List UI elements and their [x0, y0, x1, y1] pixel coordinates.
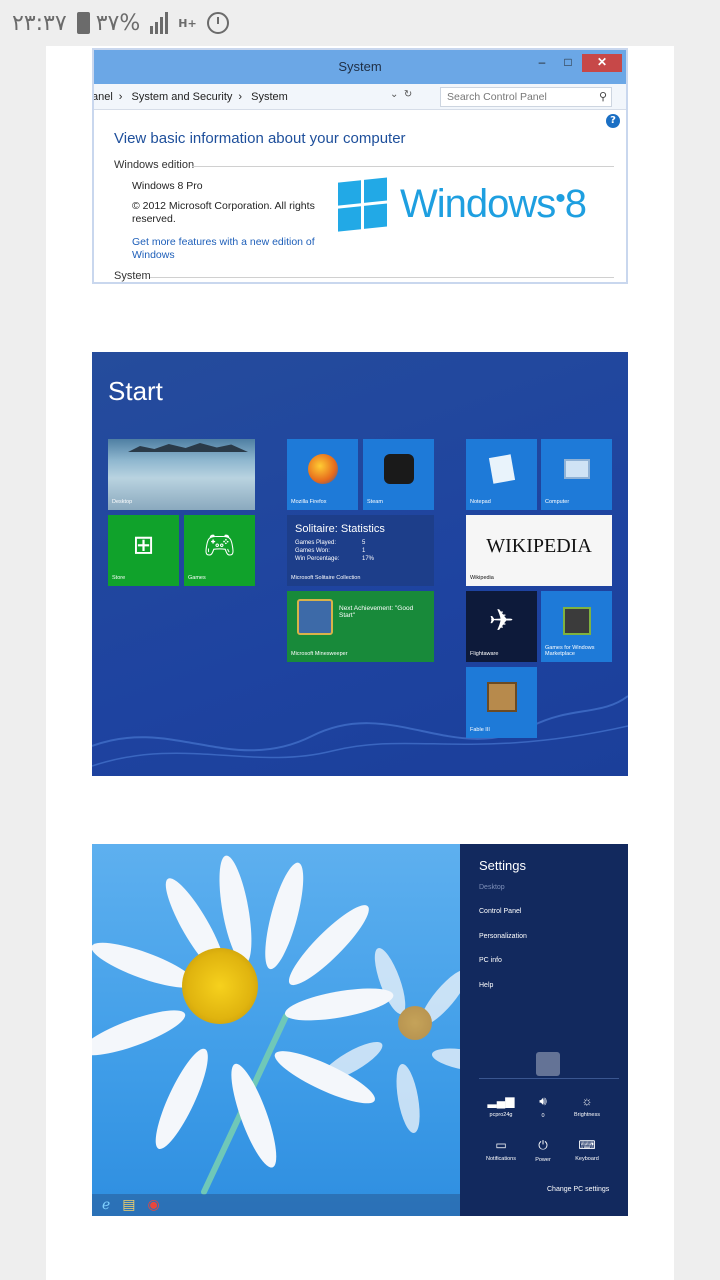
- internet-explorer-icon[interactable]: ℯ: [102, 1197, 110, 1213]
- tile-computer[interactable]: Computer: [541, 439, 612, 510]
- network-type: H+: [178, 16, 197, 30]
- window-titlebar: System – □ ✕: [94, 50, 626, 84]
- change-pc-settings-link[interactable]: Change PC settings: [547, 1186, 609, 1193]
- help-icon: ?: [606, 114, 620, 128]
- more-features-link: Get more features with a new edition of …: [132, 236, 315, 261]
- divider: [150, 277, 614, 278]
- tile-flightaware[interactable]: ✈ Flightaware: [466, 591, 537, 662]
- windows-logo-icon: [338, 177, 388, 232]
- signal-icon: [150, 12, 169, 34]
- settings-item-personalization[interactable]: Personalization: [479, 933, 527, 940]
- taskbar: ℯ ▤ ◉: [92, 1194, 460, 1216]
- close-icon: ✕: [582, 54, 622, 72]
- breadcrumb-item: System: [251, 90, 288, 103]
- steam-icon: [383, 453, 414, 484]
- marketplace-icon: [562, 606, 591, 635]
- fable-icon: [486, 681, 517, 712]
- file-explorer-icon[interactable]: ▤: [122, 1197, 135, 1213]
- settings-charm-screenshot[interactable]: ℯ ▤ ◉ Settings Desktop Control Panel Per…: [92, 844, 628, 1216]
- system-section-label: System: [114, 270, 151, 282]
- minimize-icon: –: [538, 55, 546, 69]
- settings-item-help[interactable]: Help: [479, 982, 493, 989]
- tile-wikipedia[interactable]: WIKIPEDIA Wikipedia: [466, 515, 612, 586]
- wifi-signal-icon: ▂▄▆: [487, 1094, 515, 1108]
- tile-desktop[interactable]: Desktop: [108, 439, 255, 510]
- brightness-button[interactable]: ☼ Brightness: [565, 1094, 609, 1118]
- battery-icon: [76, 12, 90, 34]
- tile-solitaire[interactable]: Solitaire: Statistics Games Played: 5 Gam…: [287, 515, 434, 586]
- firefox-icon: [307, 453, 338, 484]
- notepad-icon: [488, 454, 515, 484]
- search-icon: ⚲: [598, 91, 607, 103]
- tile-minesweeper[interactable]: Next Achievement: "Good Start" Microsoft…: [287, 591, 434, 662]
- tile-games-for-windows[interactable]: Games for Windows Marketplace: [541, 591, 612, 662]
- background-swirl: [92, 695, 628, 767]
- watermark-icon: [594, 250, 618, 274]
- watermark-icon: [536, 1052, 560, 1076]
- start-title: Start: [108, 376, 163, 406]
- windows-8-logo-text: Windows•8: [400, 182, 587, 226]
- speaker-icon: 🔊︎: [539, 1094, 547, 1108]
- notifications-icon: ▭: [495, 1138, 507, 1152]
- power-icon: ⏻: [538, 1138, 548, 1152]
- settings-item-pc-info[interactable]: PC info: [479, 957, 502, 964]
- divider: [479, 1078, 619, 1079]
- settings-item-desktop: Desktop: [479, 884, 505, 891]
- settings-panel: Settings Desktop Control Panel Personali…: [460, 844, 628, 1216]
- store-icon: ⊞: [132, 529, 155, 560]
- search-input: Search Control Panel ⚲: [440, 87, 612, 107]
- page-heading: View basic information about your comput…: [114, 130, 406, 147]
- dropdown-refresh-icon: ⌄ ↻: [390, 89, 413, 100]
- volume-button[interactable]: 🔊︎ 0: [521, 1094, 565, 1119]
- settings-item-control-panel[interactable]: Control Panel: [479, 908, 521, 915]
- breadcrumb: anel › System and Security › System: [92, 90, 288, 103]
- start-screen-screenshot[interactable]: Start Desktop ⊞ Store 🎮︎ Games Mozilla F…: [92, 352, 628, 776]
- battery-level: ۳۷%: [95, 10, 141, 36]
- wikipedia-logo: WIKIPEDIA: [486, 535, 592, 557]
- windows-edition-label: Windows edition: [114, 159, 195, 171]
- keyboard-button[interactable]: ⌨ Keyboard: [565, 1138, 609, 1162]
- copyright-text: © 2012 Microsoft Corporation. All rights…: [132, 200, 315, 225]
- airplane-icon: ✈: [488, 604, 515, 638]
- window-title: System: [338, 59, 382, 74]
- status-bar: ۲۳:۳۷ ۳۷% H+: [0, 0, 720, 46]
- computer-icon: [563, 458, 590, 479]
- notifications-button[interactable]: ▭ Notifications: [479, 1138, 523, 1162]
- gamepad-icon: 🎮︎: [202, 529, 237, 560]
- alarm-icon: [206, 12, 229, 34]
- sun-icon: ☼: [581, 1094, 593, 1108]
- tile-notepad[interactable]: Notepad: [466, 439, 537, 510]
- address-bar: anel › System and Security › System ⌄ ↻ Se…: [94, 84, 626, 110]
- tile-steam[interactable]: Steam: [363, 439, 434, 510]
- divider: [192, 166, 614, 167]
- chrome-icon[interactable]: ◉: [148, 1197, 160, 1213]
- tile-store[interactable]: ⊞ Store: [108, 515, 179, 586]
- maximize-icon: □: [564, 55, 572, 69]
- tile-fable[interactable]: Fable III: [466, 667, 537, 738]
- tile-games[interactable]: 🎮︎ Games: [184, 515, 255, 586]
- network-button[interactable]: ▂▄▆ pcpro24g: [479, 1094, 523, 1118]
- keyboard-icon: ⌨: [578, 1138, 596, 1152]
- settings-title: Settings: [479, 858, 526, 873]
- power-button[interactable]: ⏻ Power: [521, 1138, 565, 1163]
- tile-firefox[interactable]: Mozilla Firefox: [287, 439, 358, 510]
- medal-icon: [297, 599, 333, 635]
- status-time: ۲۳:۳۷: [12, 10, 67, 36]
- breadcrumb-item: anel: [92, 90, 113, 103]
- system-window-screenshot[interactable]: System – □ ✕ anel › System and Security › …: [92, 48, 628, 284]
- edition-name: Windows 8 Pro: [132, 180, 203, 192]
- breadcrumb-item: System and Security: [131, 90, 233, 103]
